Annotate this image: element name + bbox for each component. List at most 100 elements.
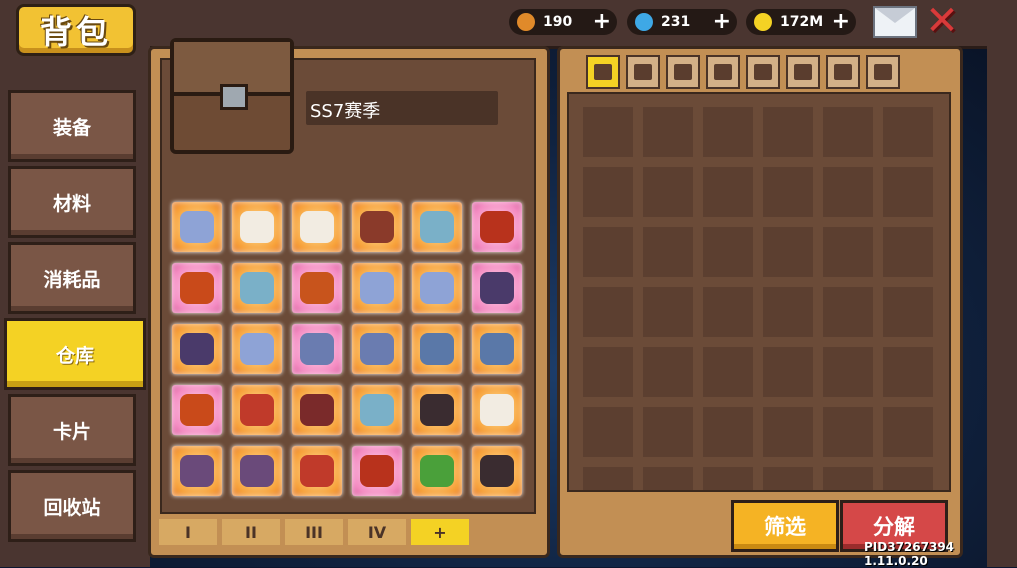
tab-equipment[interactable]: 装备 — [8, 90, 136, 162]
empty-bag-slot[interactable] — [823, 347, 873, 397]
empty-bag-slot[interactable] — [823, 407, 873, 457]
storage-page-add[interactable]: + — [411, 519, 469, 545]
empty-bag-slot[interactable] — [883, 107, 933, 157]
empty-bag-slot[interactable] — [643, 287, 693, 337]
empty-bag-slot[interactable] — [583, 347, 633, 397]
inventory-item[interactable] — [352, 446, 402, 496]
inventory-item[interactable] — [412, 446, 462, 496]
inventory-item[interactable] — [292, 324, 342, 374]
armor-icon[interactable] — [666, 55, 700, 89]
inventory-item[interactable] — [172, 446, 222, 496]
empty-bag-slot[interactable] — [703, 227, 753, 277]
tab-materials[interactable]: 材料 — [8, 166, 136, 238]
inventory-item[interactable] — [292, 202, 342, 252]
boots-icon[interactable] — [746, 55, 780, 89]
amulet-icon[interactable] — [826, 55, 860, 89]
all-grid-icon[interactable] — [586, 55, 620, 89]
empty-bag-slot[interactable] — [643, 227, 693, 277]
tab-warehouse[interactable]: 仓库 — [4, 318, 146, 390]
add-gold-button[interactable]: + — [832, 9, 850, 35]
tab-recycle-bin[interactable]: 回收站 — [8, 470, 136, 542]
inventory-item[interactable] — [172, 263, 222, 313]
inventory-item[interactable] — [352, 263, 402, 313]
empty-bag-slot[interactable] — [643, 107, 693, 157]
filter-button[interactable]: 筛选 — [731, 500, 839, 552]
inventory-item[interactable] — [232, 446, 282, 496]
inventory-item[interactable] — [232, 263, 282, 313]
inventory-item[interactable] — [292, 263, 342, 313]
empty-bag-slot[interactable] — [883, 347, 933, 397]
inventory-item[interactable] — [472, 446, 522, 496]
empty-bag-slot[interactable] — [763, 227, 813, 277]
empty-bag-slot[interactable] — [703, 167, 753, 217]
empty-bag-slot[interactable] — [583, 107, 633, 157]
empty-bag-slot[interactable] — [883, 467, 933, 490]
empty-bag-slot[interactable] — [643, 407, 693, 457]
storage-page-2[interactable]: II — [222, 519, 280, 545]
tab-consumables[interactable]: 消耗品 — [8, 242, 136, 314]
inventory-item[interactable] — [352, 324, 402, 374]
inventory-item[interactable] — [232, 324, 282, 374]
inventory-item[interactable] — [232, 385, 282, 435]
empty-bag-slot[interactable] — [583, 167, 633, 217]
empty-bag-slot[interactable] — [583, 467, 633, 490]
empty-bag-slot[interactable] — [763, 167, 813, 217]
inventory-item[interactable] — [412, 263, 462, 313]
inventory-item[interactable] — [352, 385, 402, 435]
storage-page-1[interactable]: I — [159, 519, 217, 545]
empty-bag-slot[interactable] — [583, 287, 633, 337]
storage-name-field[interactable]: SS7赛季 — [306, 91, 498, 125]
inventory-item[interactable] — [412, 324, 462, 374]
tab-cards[interactable]: 卡片 — [8, 394, 136, 466]
inventory-item[interactable] — [472, 385, 522, 435]
empty-bag-slot[interactable] — [883, 167, 933, 217]
empty-bag-slot[interactable] — [763, 107, 813, 157]
add-gem-button[interactable]: + — [713, 9, 731, 35]
empty-bag-slot[interactable] — [643, 167, 693, 217]
gear-icon[interactable] — [866, 55, 900, 89]
empty-bag-slot[interactable] — [703, 347, 753, 397]
empty-bag-slot[interactable] — [823, 467, 873, 490]
ring-icon[interactable] — [786, 55, 820, 89]
inventory-item[interactable] — [352, 202, 402, 252]
green-leaf-icon — [420, 455, 454, 487]
empty-bag-slot[interactable] — [883, 227, 933, 277]
storage-page-4[interactable]: IV — [348, 519, 406, 545]
empty-bag-slot[interactable] — [703, 407, 753, 457]
empty-bag-slot[interactable] — [823, 107, 873, 157]
empty-bag-slot[interactable] — [883, 287, 933, 337]
empty-bag-slot[interactable] — [763, 347, 813, 397]
page-label: + — [433, 522, 447, 542]
inventory-item[interactable] — [292, 385, 342, 435]
empty-bag-slot[interactable] — [763, 407, 813, 457]
add-energy-button[interactable]: + — [593, 9, 611, 35]
empty-bag-slot[interactable] — [703, 287, 753, 337]
inventory-item[interactable] — [232, 202, 282, 252]
empty-bag-slot[interactable] — [763, 287, 813, 337]
empty-bag-slot[interactable] — [883, 407, 933, 457]
empty-bag-slot[interactable] — [823, 227, 873, 277]
empty-bag-slot[interactable] — [583, 227, 633, 277]
empty-bag-slot[interactable] — [643, 347, 693, 397]
sword-icon[interactable] — [626, 55, 660, 89]
inventory-item[interactable] — [412, 385, 462, 435]
inventory-item[interactable] — [412, 202, 462, 252]
inventory-item[interactable] — [472, 263, 522, 313]
empty-bag-slot[interactable] — [763, 467, 813, 490]
storage-page-3[interactable]: III — [285, 519, 343, 545]
inventory-item[interactable] — [472, 324, 522, 374]
empty-bag-slot[interactable] — [823, 287, 873, 337]
empty-bag-slot[interactable] — [823, 167, 873, 217]
empty-bag-slot[interactable] — [583, 407, 633, 457]
helmet-icon[interactable] — [706, 55, 740, 89]
inventory-item[interactable] — [172, 324, 222, 374]
empty-bag-slot[interactable] — [703, 107, 753, 157]
empty-bag-slot[interactable] — [703, 467, 753, 490]
close-icon[interactable]: ✕ — [922, 1, 962, 41]
empty-bag-slot[interactable] — [643, 467, 693, 490]
inventory-item[interactable] — [172, 202, 222, 252]
mail-icon[interactable] — [873, 6, 917, 38]
inventory-item[interactable] — [172, 385, 222, 435]
inventory-item[interactable] — [472, 202, 522, 252]
inventory-item[interactable] — [292, 446, 342, 496]
